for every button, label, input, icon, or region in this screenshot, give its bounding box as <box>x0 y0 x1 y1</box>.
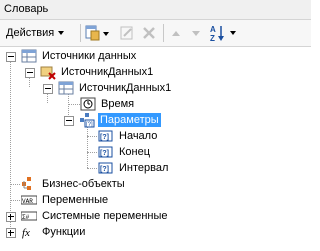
variable-icon: VAR <box>21 195 37 205</box>
tree-node-label: Бизнес-объекты <box>42 178 125 190</box>
table-icon <box>58 81 74 95</box>
svg-text:A: A <box>210 25 216 34</box>
tree-node-label: Источники данных <box>42 50 137 62</box>
svg-text:[?]: [?] <box>100 134 109 141</box>
tree-connector <box>87 127 88 168</box>
window-titlebar: Словарь <box>0 0 311 20</box>
chevron-down-icon <box>58 31 65 35</box>
sort-az-icon: A Z <box>210 25 236 43</box>
toolbar-separator <box>163 24 164 42</box>
collapse-toggle[interactable] <box>43 84 53 94</box>
connection-icon <box>40 66 56 80</box>
tree-connector <box>10 200 20 201</box>
tree-connector <box>87 168 97 169</box>
svg-text:Z: Z <box>210 34 215 43</box>
tree-node-label: ИсточникДанных1 <box>61 66 154 78</box>
tree-node-connection[interactable]: ИсточникДанных1 <box>40 64 155 80</box>
expand-toggle[interactable] <box>6 212 16 222</box>
data-sources-icon <box>21 49 37 63</box>
tree-node-label: Параметры <box>98 113 161 127</box>
toolbar: Действия A Z <box>0 20 311 47</box>
tree-node-param-start[interactable]: [?] Начало <box>98 128 159 144</box>
edit-button[interactable] <box>118 23 136 43</box>
tree-connector <box>87 136 97 137</box>
tree-node-parameters[interactable]: [?] Параметры <box>79 112 161 128</box>
tree-connector <box>47 93 48 103</box>
tree-node-label: Функции <box>42 226 86 238</box>
window-title: Словарь <box>4 3 49 15</box>
svg-text:fx: fx <box>22 227 30 239</box>
svg-text:VAR: VAR <box>22 198 33 205</box>
tree-node-system-variables[interactable]: Σ# Системные переменные <box>21 208 170 224</box>
business-objects-icon <box>22 177 31 190</box>
svg-text:[?]: [?] <box>100 150 109 157</box>
tree-node-label: Время <box>101 98 135 110</box>
system-variables-icon: Σ# <box>21 211 37 221</box>
tree-node-label: ИсточникДанных1 <box>79 82 172 94</box>
new-item-icon <box>85 25 109 41</box>
clock-icon <box>80 97 96 111</box>
collapse-toggle[interactable] <box>64 116 74 126</box>
tree-connector <box>29 77 30 87</box>
parameters-icon: [?] <box>80 113 95 128</box>
tree-node-data-source[interactable]: ИсточникДанных1 <box>58 80 173 96</box>
tree-node-param-end[interactable]: [?] Конец <box>98 144 152 160</box>
tree-node-param-interval[interactable]: [?] Интервал <box>98 160 170 176</box>
tree-connector <box>10 184 20 185</box>
dictionary-tree: Источники данных ИсточникДанных1 Источни… <box>0 47 311 251</box>
parameter-icon: [?] <box>98 130 113 142</box>
tree-node-label: Начало <box>119 130 158 142</box>
tree-node-variables[interactable]: VAR Переменные <box>21 192 110 208</box>
collapse-toggle[interactable] <box>6 52 16 62</box>
move-up-button[interactable] <box>168 23 184 43</box>
tree-node-functions[interactable]: fx Функции <box>21 224 87 240</box>
new-item-button[interactable] <box>84 23 110 43</box>
move-down-button[interactable] <box>188 23 204 43</box>
arrow-down-icon <box>192 31 200 36</box>
toolbar-separator <box>80 24 81 42</box>
svg-text:[?]: [?] <box>100 166 109 173</box>
svg-text:[?]: [?] <box>86 122 93 128</box>
tree-connector <box>68 104 80 105</box>
arrow-up-icon <box>172 31 180 36</box>
function-icon: fx <box>22 227 30 239</box>
parameter-icon: [?] <box>98 162 113 174</box>
parameter-icon: [?] <box>98 146 113 158</box>
expand-toggle[interactable] <box>6 228 16 238</box>
tree-node-business-objects[interactable]: Бизнес-объекты <box>21 176 127 192</box>
collapse-toggle[interactable] <box>25 68 35 78</box>
tree-connector <box>10 61 11 231</box>
tree-node-label: Системные переменные <box>42 210 168 222</box>
delete-icon <box>143 27 155 39</box>
tree-node-label: Переменные <box>42 194 109 206</box>
tree-connector <box>87 152 97 153</box>
edit-icon <box>120 26 133 40</box>
svg-text:Σ#: Σ# <box>22 214 30 221</box>
delete-button[interactable] <box>140 23 158 43</box>
actions-menu-label: Действия <box>6 27 55 39</box>
tree-node-time[interactable]: Время <box>80 96 136 112</box>
actions-menu-button[interactable]: Действия <box>4 23 78 43</box>
tree-node-label: Конец <box>119 146 151 158</box>
tree-node-data-sources[interactable]: Источники данных <box>21 48 138 64</box>
tree-node-label: Интервал <box>119 162 169 174</box>
sort-button[interactable]: A Z <box>208 23 240 43</box>
